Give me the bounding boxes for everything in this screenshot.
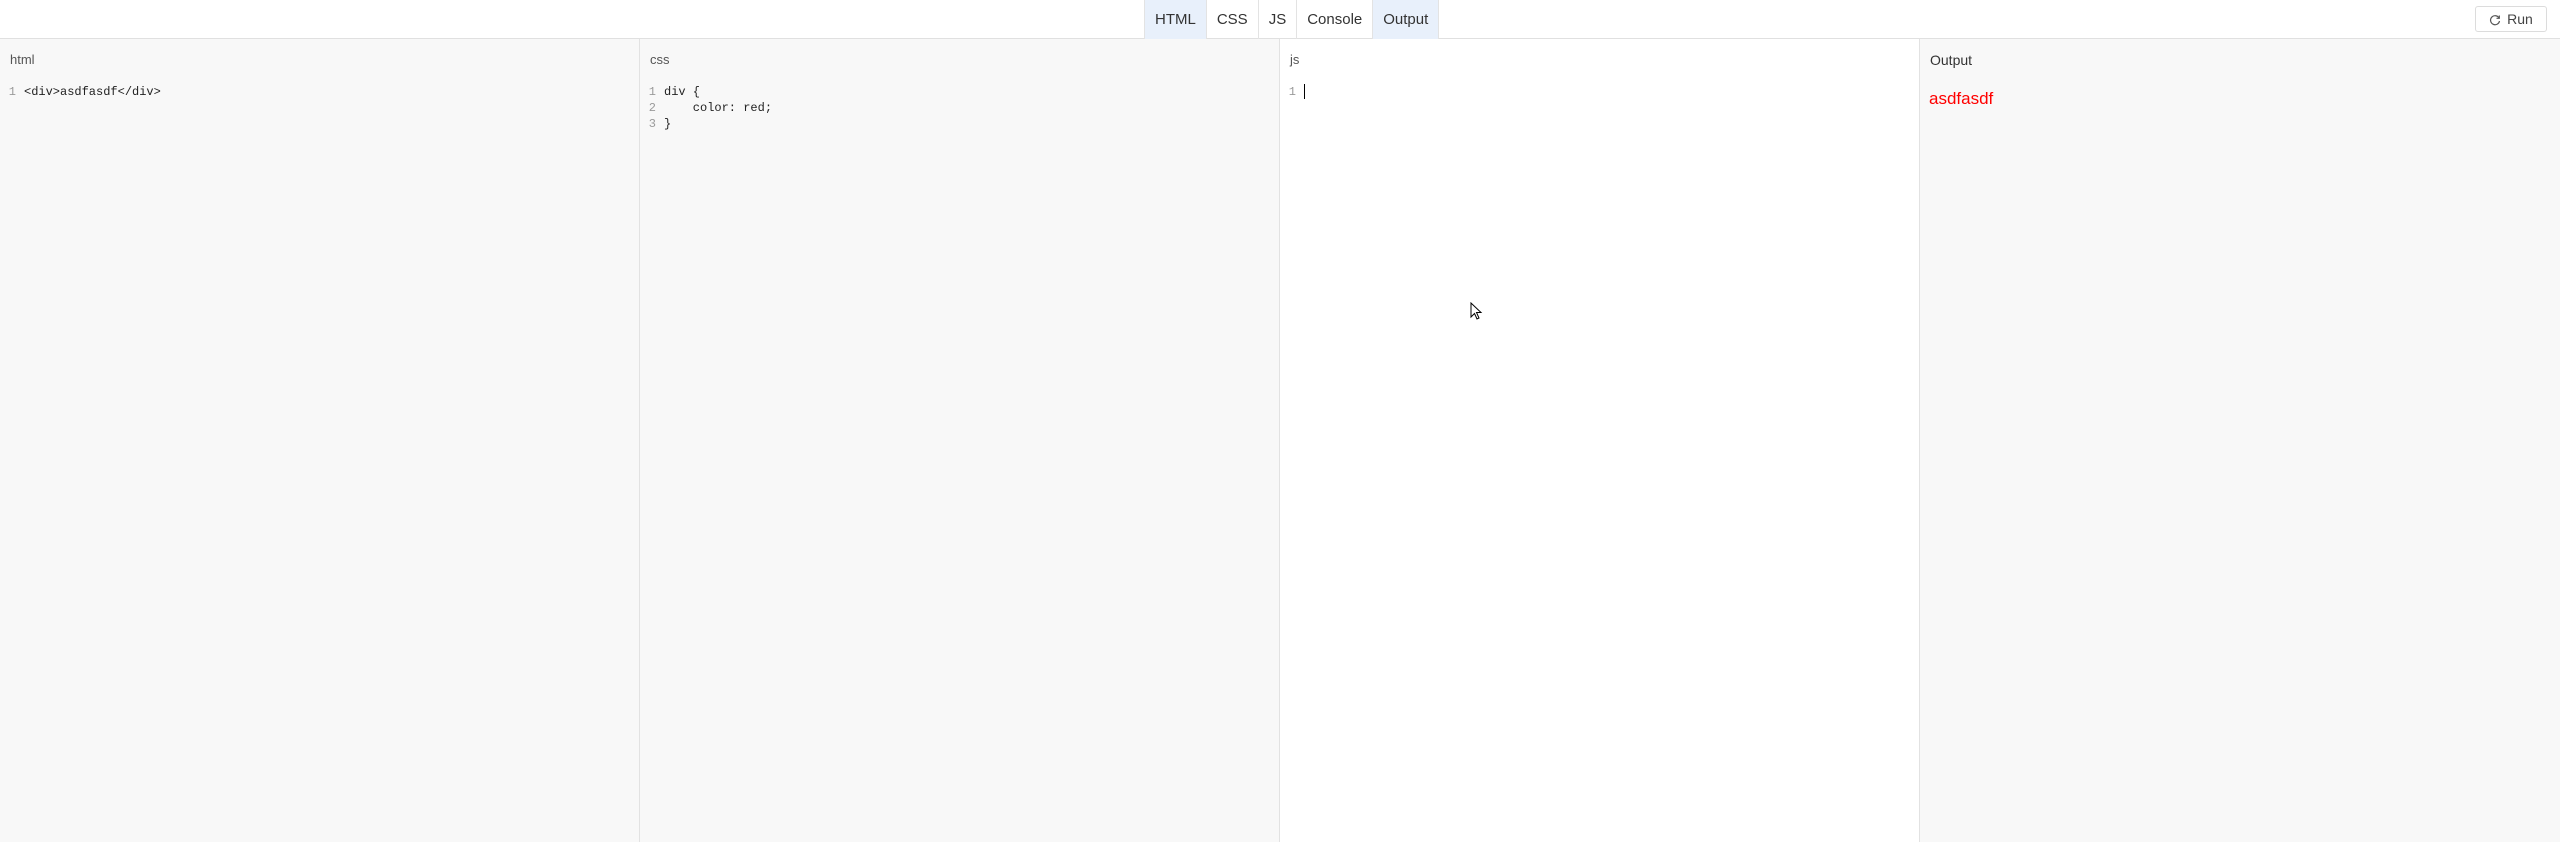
- view-tabs: HTML CSS JS Console Output: [1144, 0, 1440, 39]
- tab-css[interactable]: CSS: [1205, 0, 1258, 39]
- editor-panes: html 1 <div>asdfasdf</div> css 1 div { 2…: [0, 39, 2560, 842]
- mouse-pointer-icon: [1470, 302, 1483, 320]
- code-text: [1304, 84, 1305, 100]
- code-text: div {: [664, 85, 701, 99]
- js-pane: js 1: [1280, 39, 1920, 842]
- tab-output[interactable]: Output: [1372, 0, 1440, 39]
- run-button-label: Run: [2507, 11, 2533, 27]
- tab-console[interactable]: Console: [1296, 0, 1372, 39]
- css-pane-title: css: [650, 52, 670, 67]
- output-pane-title: Output: [1930, 52, 1973, 68]
- js-pane-title: js: [1290, 52, 1300, 67]
- js-editor[interactable]: 1: [1280, 84, 1305, 100]
- code-line: 2 color: red;: [640, 100, 772, 116]
- output-rendered-text: asdfasdf: [1929, 89, 1994, 108]
- output-pane: Output asdfasdf: [1920, 39, 2560, 842]
- refresh-icon: [2489, 13, 2501, 26]
- css-pane: css 1 div { 2 color: red; 3 }: [640, 39, 1280, 842]
- line-number: 1: [8, 85, 16, 99]
- code-text: <div>asdfasdf</div>: [24, 85, 161, 99]
- code-line: 1 <div>asdfasdf</div>: [0, 84, 161, 100]
- code-line: 1: [1280, 84, 1305, 100]
- tab-js[interactable]: JS: [1257, 0, 1297, 39]
- line-number: 1: [1288, 85, 1296, 99]
- top-toolbar: HTML CSS JS Console Output Run: [0, 0, 2560, 39]
- html-editor[interactable]: 1 <div>asdfasdf</div>: [0, 84, 161, 100]
- code-text: color: red;: [664, 101, 773, 115]
- run-button[interactable]: Run: [2475, 6, 2547, 32]
- code-text: }: [664, 117, 672, 131]
- css-editor[interactable]: 1 div { 2 color: red; 3 }: [640, 84, 772, 132]
- line-number: 1: [648, 85, 656, 99]
- line-number: 2: [648, 101, 656, 115]
- html-pane-title: html: [10, 52, 35, 67]
- tab-html[interactable]: HTML: [1144, 0, 1206, 39]
- text-caret: [1304, 84, 1305, 99]
- code-line: 1 div {: [640, 84, 772, 100]
- html-pane: html 1 <div>asdfasdf</div>: [0, 39, 640, 842]
- line-number: 3: [648, 117, 656, 131]
- code-line: 3 }: [640, 116, 772, 132]
